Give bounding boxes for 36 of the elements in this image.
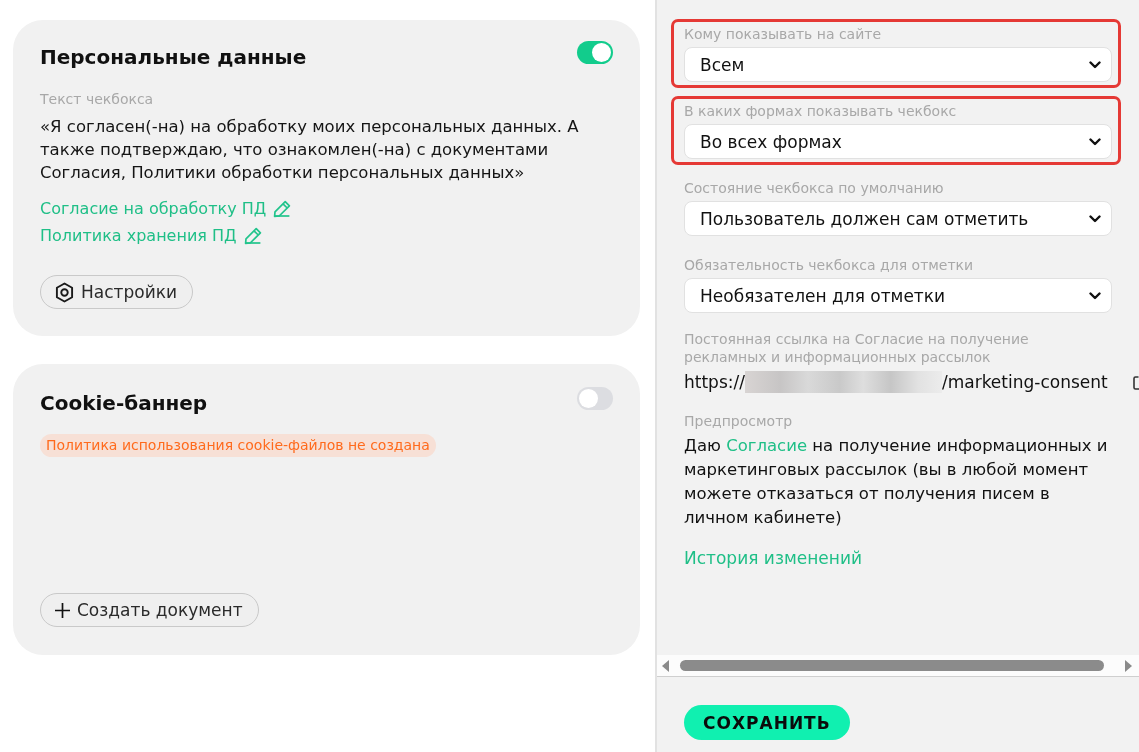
dropdown[interactable]: Во всех формах bbox=[684, 124, 1112, 159]
dropdown[interactable]: Необязателен для отметки bbox=[684, 278, 1112, 313]
field-label: В каких формах показывать чекбокс bbox=[684, 102, 958, 121]
dropdown[interactable]: Пользователь должен сам отметить bbox=[684, 201, 1112, 236]
toggle-switch[interactable] bbox=[577, 41, 613, 64]
chevron-down-icon bbox=[1089, 214, 1101, 223]
field-label: Текст чекбокса bbox=[40, 90, 154, 109]
field-label: Предпросмотр bbox=[684, 412, 793, 431]
create-document-button[interactable]: Создать документ bbox=[40, 593, 259, 627]
field-label: Состояние чекбокса по умолчанию bbox=[684, 179, 945, 198]
checkbox-text: «Я согласен(-на) на обработку моих персональных данных. А также подтверждаю, что ознакомлен(-на) с документами Согласия, Политики обработки персональных данных» bbox=[40, 116, 580, 184]
card-title: Персональные данные bbox=[40, 44, 307, 71]
settings-button[interactable]: Настройки bbox=[40, 275, 193, 309]
preview-text: Даю Согласие на получение информационных и маркетинговых рассылок (вы в любой момент можете отказаться от получения писем в личном кабинете) bbox=[684, 435, 1109, 529]
left-arrow-icon[interactable] bbox=[662, 659, 669, 672]
right-arrow-icon[interactable] bbox=[1125, 659, 1132, 672]
chevron-down-icon bbox=[1089, 291, 1101, 300]
settings-icon bbox=[55, 281, 74, 303]
copy-icon[interactable] bbox=[1133, 374, 1139, 390]
card-title: Cookie-баннер bbox=[40, 390, 208, 417]
field-label: Обязательность чекбокса для отметки bbox=[684, 256, 975, 275]
horizontal-scrollbar[interactable] bbox=[657, 655, 1139, 677]
url-text: https:// bbox=[684, 371, 745, 393]
pencil-icon[interactable] bbox=[273, 199, 292, 218]
plus-icon bbox=[55, 602, 70, 618]
warning-badge: Политика использования cookie-файлов не создана bbox=[40, 434, 436, 457]
toggle-switch[interactable] bbox=[577, 387, 613, 410]
field-label: Кому показывать на сайте bbox=[684, 25, 883, 44]
scrollbar-thumb[interactable] bbox=[680, 660, 1104, 671]
url-text: /marketing-consent bbox=[941, 371, 1108, 393]
pencil-icon[interactable] bbox=[243, 226, 262, 245]
dropdown[interactable]: Всем bbox=[684, 47, 1112, 82]
save-button[interactable]: СОХРАНИТЬ bbox=[684, 705, 850, 740]
chevron-down-icon bbox=[1089, 137, 1101, 146]
field-label: Постоянная ссылка на Согласие на получение рекламных и информационных рассылок bbox=[684, 330, 1030, 366]
chevron-down-icon bbox=[1089, 60, 1101, 69]
